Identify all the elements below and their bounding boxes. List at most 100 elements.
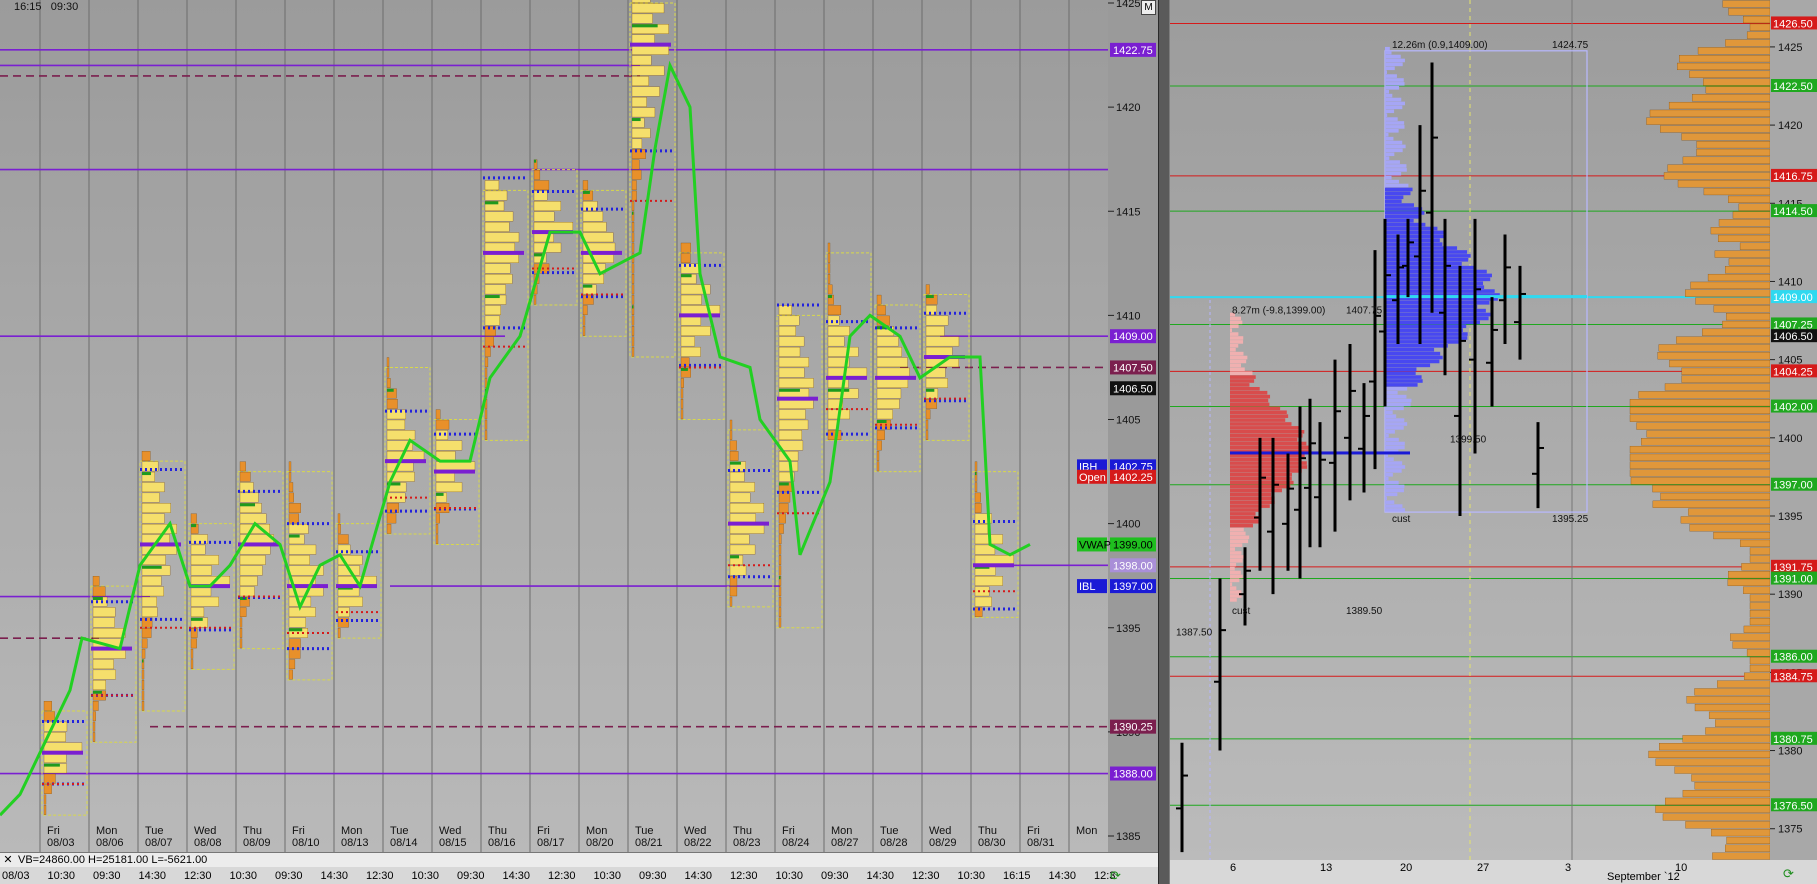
profile-bar xyxy=(778,357,810,368)
poc-bar xyxy=(728,521,769,526)
blue-profile-bar xyxy=(1385,148,1403,153)
right-sync-icon[interactable]: ⟳ xyxy=(1780,865,1797,882)
profile-bar xyxy=(190,596,219,607)
profile-bar-green xyxy=(289,534,300,538)
composite-profile-bar xyxy=(1746,649,1770,657)
composite-profile-bar xyxy=(1664,383,1770,391)
profile-bar xyxy=(288,669,293,680)
profile-bar xyxy=(288,471,292,482)
day-name-label: Tue xyxy=(880,825,899,837)
profile-bar xyxy=(288,555,310,565)
price-tag-label: 1409.00 xyxy=(1773,292,1813,304)
red-profile-bar xyxy=(1230,375,1256,379)
profile-bar xyxy=(876,430,885,440)
blue-profile-bar xyxy=(1385,508,1405,512)
day-date-label: 08/28 xyxy=(880,837,908,849)
profile-bar xyxy=(43,711,55,722)
profile-bar xyxy=(337,513,341,524)
composite-profile-bar xyxy=(1641,438,1770,446)
profile-bar-green xyxy=(779,576,781,580)
profile-bar xyxy=(484,346,491,357)
profile-bar xyxy=(680,378,684,388)
chart-annotation: 1395.25 xyxy=(1552,514,1589,525)
panel-splitter[interactable] xyxy=(1158,0,1170,884)
profile-bar xyxy=(92,628,126,638)
profile-bar-green xyxy=(975,472,977,476)
profile-bar-green xyxy=(142,565,162,569)
composite-profile-bar xyxy=(1663,172,1770,180)
blue-profile-bar xyxy=(1385,187,1413,192)
composite-profile-bar xyxy=(1717,680,1770,688)
composite-profile-bar xyxy=(1629,399,1770,407)
time-axis-label: 10:30 xyxy=(411,870,440,882)
day-name-label: Thu xyxy=(733,825,752,837)
profile-bar xyxy=(288,482,294,493)
composite-profile-bar xyxy=(1677,62,1770,71)
red-profile-bar xyxy=(1230,336,1244,340)
profile-bar xyxy=(974,586,990,597)
profile-bar xyxy=(386,399,398,409)
profile-bar xyxy=(239,607,247,617)
profile-bar xyxy=(141,576,162,586)
red-profile-bar xyxy=(1230,344,1239,348)
blue-profile-bar xyxy=(1385,82,1405,86)
maximize-button[interactable]: M xyxy=(1141,0,1156,15)
red-profile-bar xyxy=(1230,562,1237,567)
blue-profile-bar xyxy=(1385,355,1443,360)
left-sync-icon[interactable]: ⟳ xyxy=(1107,867,1124,884)
blue-profile-bar xyxy=(1385,226,1438,231)
profile-bar xyxy=(92,711,96,722)
price-tag-label: 1376.50 xyxy=(1773,800,1813,812)
blue-profile-bar xyxy=(1385,410,1393,415)
market-profile-chart[interactable]: 1385139013951400140514101415142014251422… xyxy=(0,0,1158,852)
volume-profile-chart[interactable]: 12.26m (0.9,1409.00) 1424.75 1399.50 cust 13… xyxy=(1170,0,1770,860)
blue-profile-bar xyxy=(1385,488,1404,493)
composite-profile-bar xyxy=(1630,477,1770,485)
day-date-label: 08/13 xyxy=(341,837,369,849)
composite-profile-bar xyxy=(1646,117,1770,125)
profile-bar xyxy=(43,773,56,784)
profile-bar-green xyxy=(877,420,887,423)
profile-bar xyxy=(43,805,47,815)
composite-profile-bar xyxy=(1712,852,1770,860)
profile-bar xyxy=(778,336,805,347)
profile-bar xyxy=(729,534,750,545)
composite-profile-bar xyxy=(1728,195,1770,203)
profile-bar-green xyxy=(485,295,500,299)
profile-bar xyxy=(778,534,782,545)
red-profile-bar xyxy=(1230,351,1244,356)
blue-profile-bar xyxy=(1385,492,1398,497)
time-axis-label: 14:30 xyxy=(1048,870,1077,882)
profile-bar xyxy=(239,471,251,482)
profile-bar-green xyxy=(142,472,151,476)
time-axis-label: 08/03 xyxy=(2,870,30,882)
blue-profile-bar xyxy=(1385,340,1461,344)
profile-bar xyxy=(680,409,684,420)
composite-profile-bar xyxy=(1728,258,1770,266)
close-icon[interactable]: ✕ xyxy=(2,853,14,866)
day-profile xyxy=(923,284,970,441)
profile-bar xyxy=(827,326,850,336)
composite-profile-bar xyxy=(1725,844,1770,852)
composite-profile-bar xyxy=(1648,750,1770,759)
composite-profile-bar xyxy=(1692,94,1770,102)
price-tag-label: 1406.50 xyxy=(1773,331,1813,343)
day-name-label: Wed xyxy=(684,825,706,837)
day-date-label: 08/15 xyxy=(439,837,467,849)
day-profile xyxy=(482,176,529,441)
profile-bar xyxy=(729,419,733,430)
blue-profile-bar xyxy=(1385,441,1405,446)
profile-bar xyxy=(680,336,695,347)
day-name-label: Tue xyxy=(635,825,654,837)
blue-profile-bar xyxy=(1385,58,1405,63)
composite-profile-bar xyxy=(1657,352,1770,360)
composite-profile-bar xyxy=(1710,227,1770,235)
red-profile-bar xyxy=(1230,390,1268,395)
composite-profile-bar xyxy=(1711,829,1770,837)
profile-bar xyxy=(631,180,637,191)
profile-bar xyxy=(925,315,949,326)
profile-bar xyxy=(92,700,99,711)
day-name-label: Mon xyxy=(1076,825,1097,837)
profile-bar xyxy=(190,544,206,555)
profile-bar xyxy=(484,232,520,243)
